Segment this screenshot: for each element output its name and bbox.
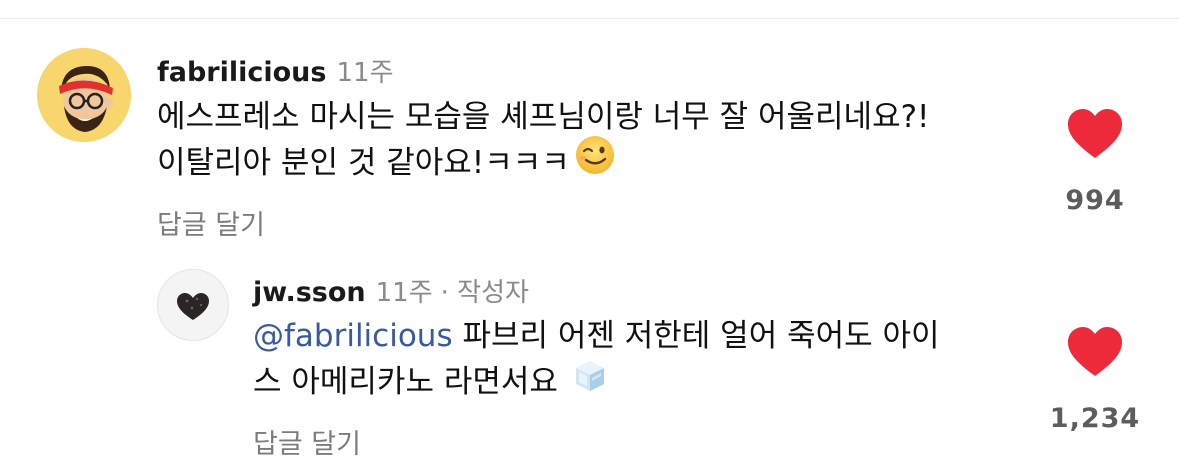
- author-badge: · 작성자: [440, 278, 529, 308]
- reply-button[interactable]: 답글 달기: [253, 422, 361, 461]
- like-button[interactable]: [1065, 108, 1125, 164]
- comment-text-segment: 파브리 어젠 저한테 얼어 죽어도 아이: [452, 318, 940, 354]
- comment-text-line: 이탈리아 분인 것 같아요!ㅋㅋㅋ: [157, 136, 929, 189]
- reply-button[interactable]: 답글 달기: [157, 203, 265, 242]
- cartoon-face-icon: [37, 48, 131, 142]
- heart-icon: [1068, 327, 1122, 376]
- comment-username[interactable]: jw.sson: [253, 277, 366, 308]
- comment-username[interactable]: fabrilicious: [157, 57, 326, 88]
- comment-text-line: 에스프레소 마시는 모습을 셰프님이랑 너무 잘 어울리네요?!: [157, 99, 930, 135]
- avatar-fabrilicious[interactable]: [37, 48, 131, 142]
- comment-text-1: 에스프레소 마시는 모습을 셰프님이랑 너무 잘 어울리네요?! 이탈리아 분인…: [157, 94, 929, 189]
- like-count: 1,234: [1049, 403, 1141, 434]
- comment-header-1: fabrilicious 11주: [157, 52, 394, 89]
- comment-text-line: 스 아메리카노 라면서요: [253, 359, 940, 407]
- comment-header-2: jw.sson 11주 · 작성자: [253, 272, 529, 309]
- comment-text-line: @fabrilicious 파브리 어젠 저한테 얼어 죽어도 아이: [253, 313, 940, 359]
- top-divider: [0, 18, 1179, 19]
- like-count: 994: [1065, 185, 1125, 216]
- comment-text-segment: 이탈리아 분인 것 같아요!ㅋㅋㅋ: [157, 145, 570, 181]
- mention-link[interactable]: @fabrilicious: [253, 318, 453, 354]
- winking-face-icon: [570, 136, 616, 189]
- heart-icon: [1068, 109, 1122, 158]
- comment-text-segment: 스 아메리카노 라면서요: [253, 364, 558, 400]
- comment-timestamp: 11주: [336, 58, 394, 88]
- truffle-heart-icon: [158, 270, 228, 340]
- comment-text-2: @fabrilicious 파브리 어젠 저한테 얼어 죽어도 아이 스 아메리…: [253, 313, 940, 407]
- ice-cube-icon: [558, 360, 610, 407]
- avatar-jw-sson[interactable]: [157, 269, 229, 341]
- like-button[interactable]: [1065, 326, 1125, 382]
- comment-timestamp: 11주: [375, 278, 433, 308]
